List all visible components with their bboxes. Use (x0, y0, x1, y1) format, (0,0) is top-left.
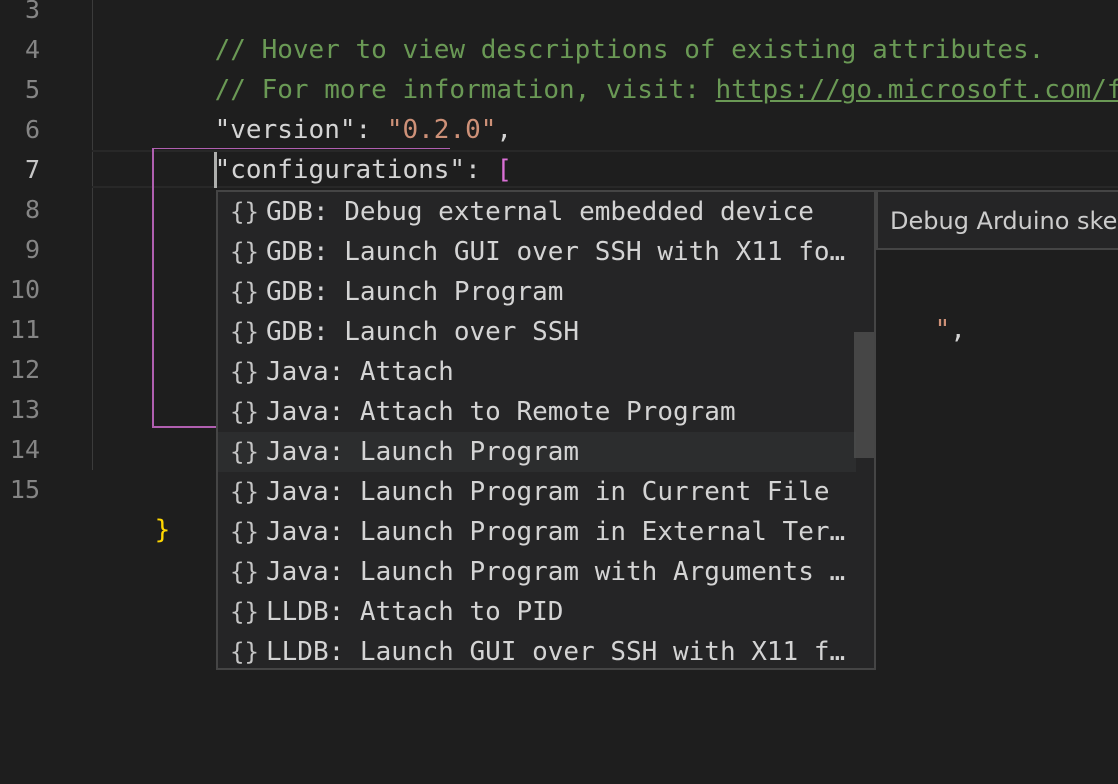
snippet-braces-icon: {} (230, 558, 259, 586)
suggest-item[interactable]: {} GDB: Debug external embedded device (218, 192, 856, 232)
suggest-item[interactable]: {} Java: Attach to Remote Program (218, 392, 856, 432)
suggest-item-label: Java: Launch Program in Current File (266, 477, 830, 507)
snippet-braces-icon: {} (230, 478, 259, 506)
suggest-item[interactable]: {} LLDB: Launch GUI over SSH with X11 fo… (218, 632, 856, 672)
line-number: 9 (24, 235, 40, 264)
snippet-braces-icon: {} (230, 438, 259, 466)
code-line-3[interactable]: // Hover to view descriptions of existin… (152, 0, 1045, 65)
json-key-text: "configurations" (214, 155, 466, 185)
suggest-details-panel: Debug Arduino sketch (876, 190, 1118, 250)
suggest-item-label: LLDB: Launch GUI over SSH with X11 forwa… (266, 637, 848, 667)
snippet-braces-icon: {} (230, 238, 259, 266)
json-colon: : (465, 155, 497, 185)
suggest-item[interactable]: {} GDB: Launch Program (218, 272, 856, 312)
snippet-braces-icon: {} (230, 518, 259, 546)
code-line-5[interactable]: "version": "0.2.0", (152, 70, 512, 145)
close-brace: } (154, 515, 171, 545)
code-line-4[interactable]: // For more information, visit: https://… (152, 30, 1118, 105)
suggest-item-focused[interactable]: {} Java: Launch Program (218, 432, 856, 472)
suggest-item[interactable]: {} GDB: Launch GUI over SSH with X11 for… (218, 232, 856, 272)
line-number: 8 (24, 195, 40, 224)
code-line-6[interactable]: "configurations": [ (152, 110, 512, 185)
code-editor[interactable]: 3 4 5 6 7 8 9 10 11 12 13 14 15 // Hover… (0, 0, 1118, 784)
suggest-item-label: LLDB: Attach to PID (266, 597, 564, 627)
snippet-braces-icon: {} (230, 398, 259, 426)
line-number: 14 (9, 435, 40, 464)
suggest-item[interactable]: {} Java: Launch Program in Current File (218, 472, 856, 512)
snippet-braces-icon: {} (230, 198, 259, 226)
snippet-braces-icon: {} (230, 598, 259, 626)
suggest-item[interactable]: {} LLDB: Attach to PID (218, 592, 856, 632)
suggest-item[interactable]: {} Java: Launch Program with Arguments P… (218, 552, 856, 592)
suggest-item-label: Java: Attach (266, 357, 454, 387)
suggest-item-label: GDB: Launch over SSH (266, 317, 580, 347)
suggest-item-label: GDB: Launch Program (266, 277, 564, 307)
code-line-10-tail[interactable]: ", (872, 270, 966, 345)
line-number: 15 (9, 475, 40, 504)
suggest-item[interactable]: {} Java: Attach (218, 352, 856, 392)
line-number: 11 (9, 315, 40, 344)
suggest-item-label: Java: Attach to Remote Program (266, 397, 736, 427)
line-number-active: 7 (24, 155, 40, 184)
line-number: 5 (24, 75, 40, 104)
suggest-widget[interactable]: {} GDB: Debug external embedded device {… (216, 190, 876, 670)
line-number-gutter: 3 4 5 6 7 8 9 10 11 12 13 14 15 (0, 0, 80, 784)
json-string-end: " (934, 315, 951, 345)
suggest-item-label: GDB: Debug external embedded device (266, 197, 814, 227)
line-number: 6 (24, 115, 40, 144)
suggest-item-label: GDB: Launch GUI over SSH with X11 forwar… (266, 237, 848, 267)
suggest-item-label: Java: Launch Program in External Termina… (266, 517, 848, 547)
open-bracket: [ (496, 155, 513, 185)
line-number: 4 (24, 35, 40, 64)
line-number: 3 (24, 0, 40, 24)
suggest-item[interactable]: {} GDB: Launch over SSH (218, 312, 856, 352)
line-number: 13 (9, 395, 40, 424)
suggest-item-label: Java: Launch Program with Arguments Prom… (266, 557, 848, 587)
indent-guide (92, 0, 93, 470)
suggest-scrollbar-thumb[interactable] (854, 332, 874, 458)
snippet-braces-icon: {} (230, 638, 259, 666)
snippet-braces-icon: {} (230, 318, 259, 346)
suggest-details-text: Debug Arduino sketch (890, 207, 1118, 235)
text-cursor (214, 152, 217, 188)
json-comma: , (950, 315, 966, 345)
suggest-item[interactable]: {} Java: Launch Program in External Term… (218, 512, 856, 552)
suggest-item-label: Java: Launch Program (266, 437, 580, 467)
comment-link[interactable]: https://go.microsoft.com/fwlink/?linkid=… (716, 75, 1118, 105)
snippet-braces-icon: {} (230, 278, 259, 306)
code-line-15[interactable]: } (92, 470, 171, 545)
snippet-braces-icon: {} (230, 358, 259, 386)
line-number: 10 (9, 275, 40, 304)
line-number: 12 (9, 355, 40, 384)
